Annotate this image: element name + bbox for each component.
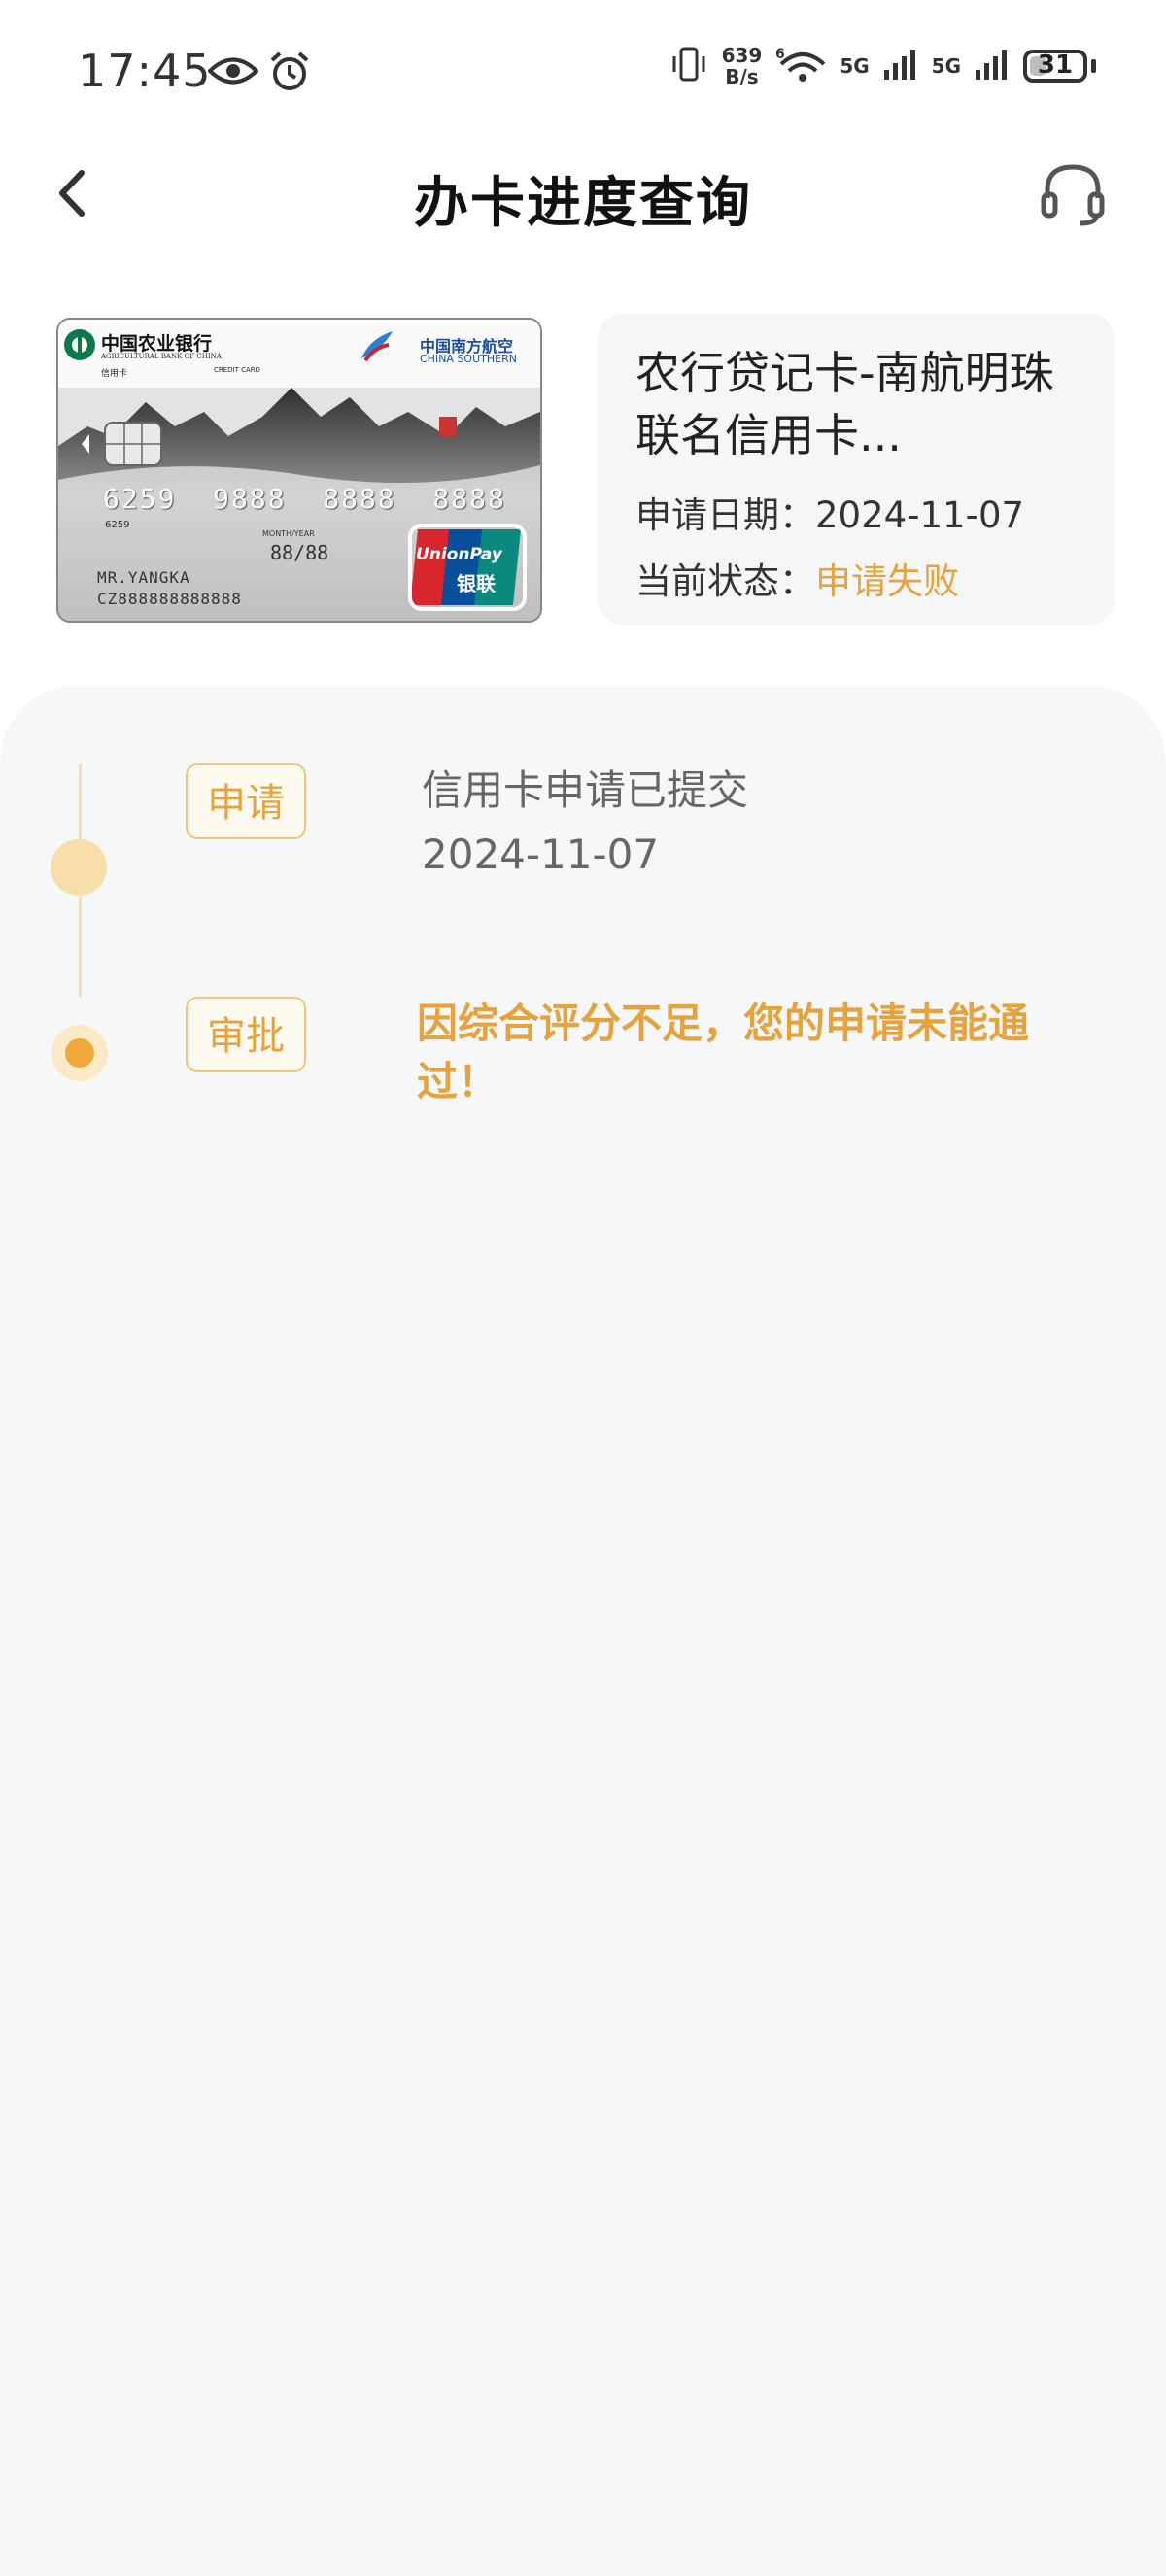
card-code: CZ888888888888	[97, 590, 242, 608]
card-bank-name-en: AGRICULTURAL BANK OF CHINA	[101, 353, 222, 360]
eye-icon	[207, 56, 259, 89]
unionpay-logo-cn: 银联	[457, 572, 496, 595]
card-airline-name-en: CHINA SOUTHERN	[420, 353, 517, 365]
card-type: 信用卡	[101, 369, 128, 379]
timeline-panel	[0, 685, 1166, 2576]
battery-icon: 31	[1023, 50, 1087, 83]
application-status-value: 申请失败	[815, 560, 959, 602]
application-date-label: 申请日期：	[635, 494, 815, 536]
card-holder: MR.YANGKA	[97, 568, 190, 587]
step-tag-apply: 申请	[186, 763, 306, 839]
vibrate-icon	[669, 45, 708, 87]
network-2-label: 5G	[931, 54, 961, 78]
battery-level: 31	[1037, 51, 1074, 80]
unionpay-logo-en: UnionPay	[416, 545, 502, 564]
step-text-review: 因综合评分不足，您的申请未能通过！	[417, 1000, 1030, 1105]
status-time: 17:45	[78, 45, 212, 97]
header: 办卡进度查询	[0, 146, 1166, 243]
card-valid-thru: 88/88	[270, 541, 329, 564]
wifi-icon: 6	[775, 45, 826, 87]
application-status: 当前状态：申请失败	[635, 552, 959, 604]
network-1-label: 5G	[840, 54, 870, 78]
timeline-dot	[51, 839, 107, 896]
card-bank-name: 中国农业银行	[101, 333, 213, 355]
customer-service-button[interactable]	[1038, 159, 1108, 229]
step-tag-review: 审批	[186, 997, 306, 1072]
card-valid-label: MONTH/YEAR	[262, 529, 315, 538]
card-type-en: CREDIT CARD	[214, 366, 261, 374]
page-title: 办卡进度查询	[414, 172, 752, 235]
timeline-dot-active-inner	[65, 1038, 94, 1068]
application-date-value: 2024-11-07	[815, 494, 1025, 536]
signal-icon-1	[883, 47, 918, 85]
battery-cap	[1091, 59, 1096, 73]
status-bar: 17:45 639 B/s 6 5G 5G 31	[0, 0, 1166, 146]
card-product-name: 农行贷记卡-南航明珠联名信用卡...	[635, 347, 1054, 461]
timeline-dot-active	[51, 1025, 108, 1081]
credit-card-image: 中国农业银行 AGRICULTURAL BANK OF CHINA 信用卡 CR…	[56, 318, 542, 623]
status-icons: 639 B/s 6 5G 5G 31	[669, 45, 1096, 87]
headset-icon	[1041, 164, 1105, 226]
card-number: 6259 9888 8888 8888	[103, 483, 506, 515]
net-speed: 639 B/s	[721, 44, 763, 88]
step-date-apply: 2024-11-07	[422, 830, 660, 878]
application-status-label: 当前状态：	[635, 560, 815, 602]
signal-icon-2	[975, 47, 1010, 85]
step-text-apply: 信用卡申请已提交	[422, 766, 749, 814]
alarm-icon	[268, 51, 311, 97]
application-info: 农行贷记卡-南航明珠联名信用卡... 申请日期：2024-11-07 当前状态：…	[597, 313, 1115, 626]
application-date: 申请日期：2024-11-07	[635, 486, 1024, 538]
card-prefix: 6259	[105, 520, 130, 530]
